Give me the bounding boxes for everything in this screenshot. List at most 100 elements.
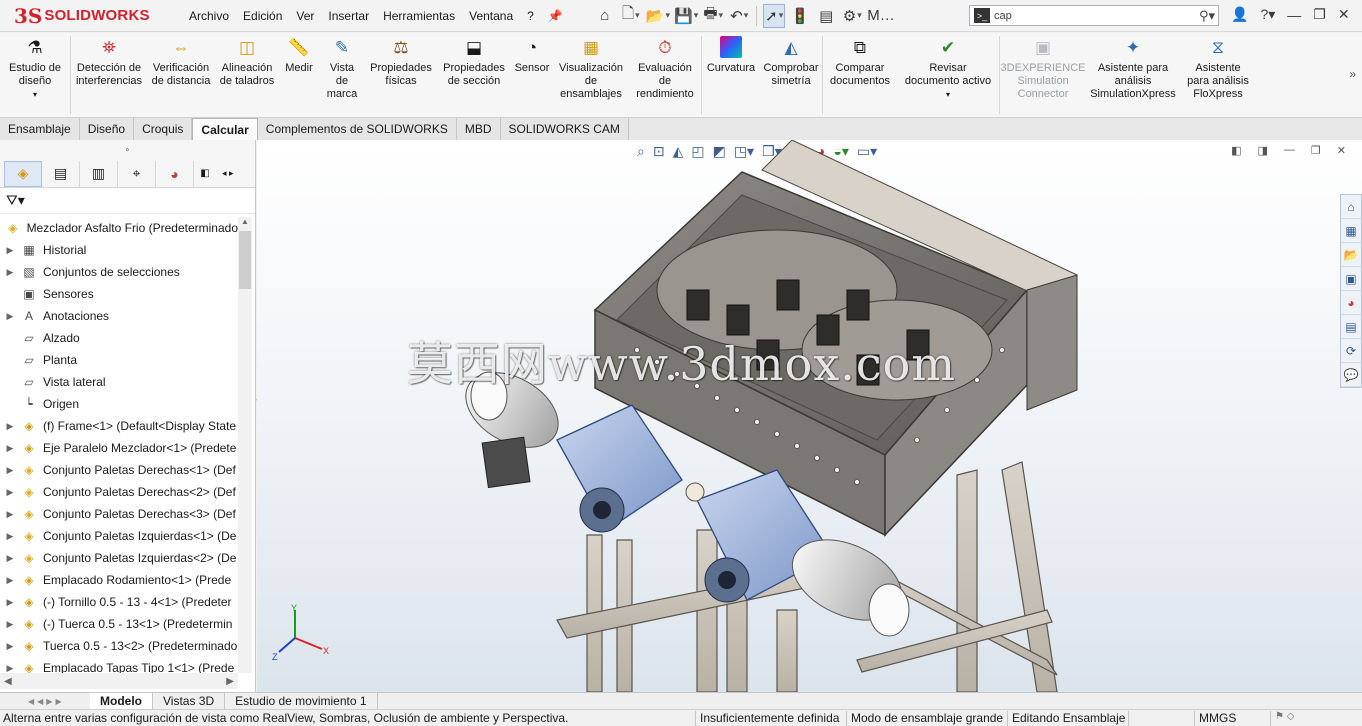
tree-item[interactable]: ▶ ◈ (-) Tornillo 0.5 - 13 - 4<1> (Predeter — [0, 591, 238, 613]
expand-arrow-icon[interactable]: ▶ — [4, 443, 16, 454]
more-icon[interactable]: M… — [867, 4, 895, 28]
rebuild-traffic-light-icon[interactable]: 🚦 — [789, 4, 811, 28]
expand-arrow-icon[interactable]: ▶ — [4, 553, 16, 564]
graphics-area[interactable]: ⌕ ⊡ ◭ ◰ ◩ ◳▾ ❒▾ ◉▾ ◕ ◒▾ ▭▾ ◧ ◨ — ❐ ✕ ⌂ ▦… — [257, 140, 1362, 692]
ribbon-comparar-documentos[interactable]: ⧉ Comparar documentos — [823, 33, 897, 88]
expand-arrow-icon[interactable]: ▶ — [4, 267, 16, 278]
scroll-thumb[interactable] — [239, 231, 251, 289]
ribbon-vista-marca[interactable]: ✎ Vista de marca — [319, 33, 365, 101]
expand-arrow-icon[interactable]: ▶ — [4, 531, 16, 542]
solidworks-logo[interactable]: 3S SOLIDWORKS — [0, 4, 170, 28]
tree-horizontal-scrollbar[interactable]: ◀ ▶ — [0, 673, 238, 689]
menu-insertar[interactable]: Insertar — [328, 9, 369, 23]
search-input[interactable]: cap — [994, 10, 1199, 22]
tree-item[interactable]: ▶ ◈ Conjunto Paletas Derechas<1> (Def — [0, 459, 238, 481]
ribbon-sensor[interactable]: ◔ Sensor — [511, 33, 553, 75]
tab-ensamblaje[interactable]: Ensamblaje — [0, 118, 80, 140]
ribbon-verificacion-distancia[interactable]: ⇔ Verificación de distancia — [147, 33, 215, 88]
tree-root-assembly[interactable]: ◈ Mezclador Asfalto Frio (Predeterminado — [0, 217, 238, 239]
tree-item[interactable]: ▶ ▦ Historial — [0, 239, 238, 261]
close-icon[interactable]: ✕ — [1338, 6, 1350, 23]
tab-vistas-3d[interactable]: Vistas 3D — [153, 692, 226, 710]
tab-scroll-buttons[interactable]: ◀◀▶▶ — [0, 693, 90, 710]
ribbon-simulation-connector[interactable]: ▣ 3DEXPERIENCE Simulation Connector — [1000, 33, 1086, 101]
ribbon-floxpress[interactable]: ⧖ Asistente para análisis FloXpress — [1180, 33, 1256, 101]
tab-solidworks-cam[interactable]: SOLIDWORKS CAM — [500, 118, 629, 140]
command-search[interactable]: >_ cap ⚲▾ — [969, 5, 1219, 26]
save-icon[interactable]: 💾 — [674, 4, 698, 28]
menu-edicion[interactable]: Edición — [243, 9, 282, 23]
ribbon-visualizacion-ensamblajes[interactable]: ▦ Visualización de ensamblajes — [553, 33, 629, 101]
ribbon-curvatura[interactable]: Curvatura — [702, 33, 760, 75]
pin-icon[interactable]: 📌 — [548, 9, 563, 23]
expand-arrow-icon[interactable]: ▶ — [4, 487, 16, 498]
tree-item[interactable]: ┕ Origen — [0, 393, 238, 415]
expand-arrow-icon[interactable]: ▶ — [4, 597, 16, 608]
expand-arrow-icon[interactable]: ▶ — [4, 509, 16, 520]
restore-icon[interactable]: ❐ — [1313, 6, 1326, 23]
tree-item[interactable]: ▶ ◈ Emplacado Tapas Tipo 1<1> (Prede — [0, 657, 238, 673]
featuremanager-tab-icon[interactable]: ◈ — [4, 160, 42, 187]
tab-estudio-movimiento[interactable]: Estudio de movimiento 1 — [225, 692, 378, 710]
tree-item[interactable]: ▶ ◈ Conjunto Paletas Derechas<3> (Def — [0, 503, 238, 525]
menu-herramientas[interactable]: Herramientas — [383, 9, 455, 23]
help-icon[interactable]: ?▾ — [1260, 6, 1275, 23]
tree-item[interactable]: ▶ ◈ Eje Paralelo Mezclador<1> (Predete — [0, 437, 238, 459]
scroll-up-icon[interactable]: ▲ — [238, 217, 252, 226]
tree-item[interactable]: ▶ ▧ Conjuntos de selecciones — [0, 261, 238, 283]
ribbon-simulationxpress[interactable]: ✦ Asistente para análisis SimulationXpres… — [1086, 33, 1180, 101]
menu-help[interactable]: ? — [527, 9, 534, 23]
tab-mbd[interactable]: MBD — [456, 118, 501, 140]
tab-complementos[interactable]: Complementos de SOLIDWORKS — [257, 118, 457, 140]
menu-archivo[interactable]: Archivo — [189, 9, 229, 23]
print-icon[interactable]: 🖶 — [702, 4, 724, 28]
expand-arrow-icon[interactable]: ▶ — [4, 619, 16, 630]
minimize-icon[interactable]: — — [1287, 7, 1301, 23]
ribbon-estudio-diseno[interactable]: ⚗ Estudio de diseño ▾ — [0, 33, 70, 101]
user-icon[interactable]: 👤 — [1231, 6, 1248, 23]
filter-icon[interactable]: ⛛▾ — [6, 192, 25, 209]
ribbon-revisar-documento[interactable]: ✔ Revisar documento activo ▾ — [897, 33, 999, 101]
tree-vertical-scrollbar[interactable]: ▲ — [238, 217, 252, 673]
mixer-3d-model[interactable] — [257, 140, 1362, 692]
search-icon[interactable]: ⚲▾ — [1199, 8, 1215, 24]
tree-item[interactable]: ▶ A Anotaciones — [0, 305, 238, 327]
tab-diseno[interactable]: Diseño — [79, 118, 135, 140]
ribbon-propiedades-seccion[interactable]: ⬓ Propiedades de sección — [437, 33, 511, 88]
expand-arrow-icon[interactable]: ▶ — [4, 421, 16, 432]
select-cursor-icon[interactable]: ➚ — [763, 3, 786, 28]
home-icon[interactable]: ⌂ — [594, 4, 616, 28]
propertymanager-tab-icon[interactable]: ▤ — [42, 160, 80, 187]
tree-filter[interactable]: ⛛▾ — [0, 188, 255, 214]
panel-grip[interactable]: ⚬ — [0, 140, 255, 160]
tab-croquis[interactable]: Croquis — [134, 118, 193, 140]
tree-item[interactable]: ▶ ◈ (f) Frame<1> (Default<Display State — [0, 415, 238, 437]
status-units[interactable]: MMGS — [1194, 711, 1264, 726]
options-gear-icon[interactable]: ⚙ — [841, 4, 863, 28]
expand-arrow-icon[interactable]: ▶ — [4, 641, 16, 652]
configurationmanager-tab-icon[interactable]: ▥ — [80, 160, 118, 187]
menu-ver[interactable]: Ver — [296, 9, 314, 23]
expand-arrow-icon[interactable]: ▶ — [4, 663, 16, 674]
ribbon-medir[interactable]: 📏 Medir — [279, 33, 319, 75]
tree-item[interactable]: ▶ ◈ (-) Tuerca 0.5 - 13<1> (Predetermin — [0, 613, 238, 635]
expand-arrow-icon[interactable]: ▶ — [4, 311, 16, 322]
expand-arrow-icon[interactable]: ▶ — [4, 575, 16, 586]
ribbon-comprobar-simetria[interactable]: ◭ Comprobar simetría — [760, 33, 822, 88]
ribbon-alineacion-taladros[interactable]: ◫ Alineación de taladros — [215, 33, 279, 88]
menu-ventana[interactable]: Ventana — [469, 9, 513, 23]
tree-item[interactable]: ▶ ◈ Conjunto Paletas Derechas<2> (Def — [0, 481, 238, 503]
tree-item[interactable]: ▱ Alzado — [0, 327, 238, 349]
scroll-right-icon[interactable]: ▶ — [226, 676, 234, 687]
tree-item[interactable]: ▱ Planta — [0, 349, 238, 371]
tree-item[interactable]: ▶ ◈ Emplacado Rodamiento<1> (Prede — [0, 569, 238, 591]
tree-item[interactable]: ▶ ◈ Conjunto Paletas Izquierdas<1> (De — [0, 525, 238, 547]
tree-item[interactable]: ▶ ◈ Tuerca 0.5 - 13<2> (Predeterminado — [0, 635, 238, 657]
expand-arrow-icon[interactable]: ▶ — [4, 465, 16, 476]
undo-icon[interactable]: ↶ — [728, 4, 750, 28]
status-tools-icon[interactable]: ⚑ ◇ — [1270, 711, 1360, 726]
tabs-scroll-icon[interactable]: ◂ ▸ — [222, 168, 234, 179]
open-icon[interactable]: 📂 — [646, 4, 670, 28]
scroll-left-icon[interactable]: ◀ — [4, 676, 12, 687]
tree-item[interactable]: ▱ Vista lateral — [0, 371, 238, 393]
